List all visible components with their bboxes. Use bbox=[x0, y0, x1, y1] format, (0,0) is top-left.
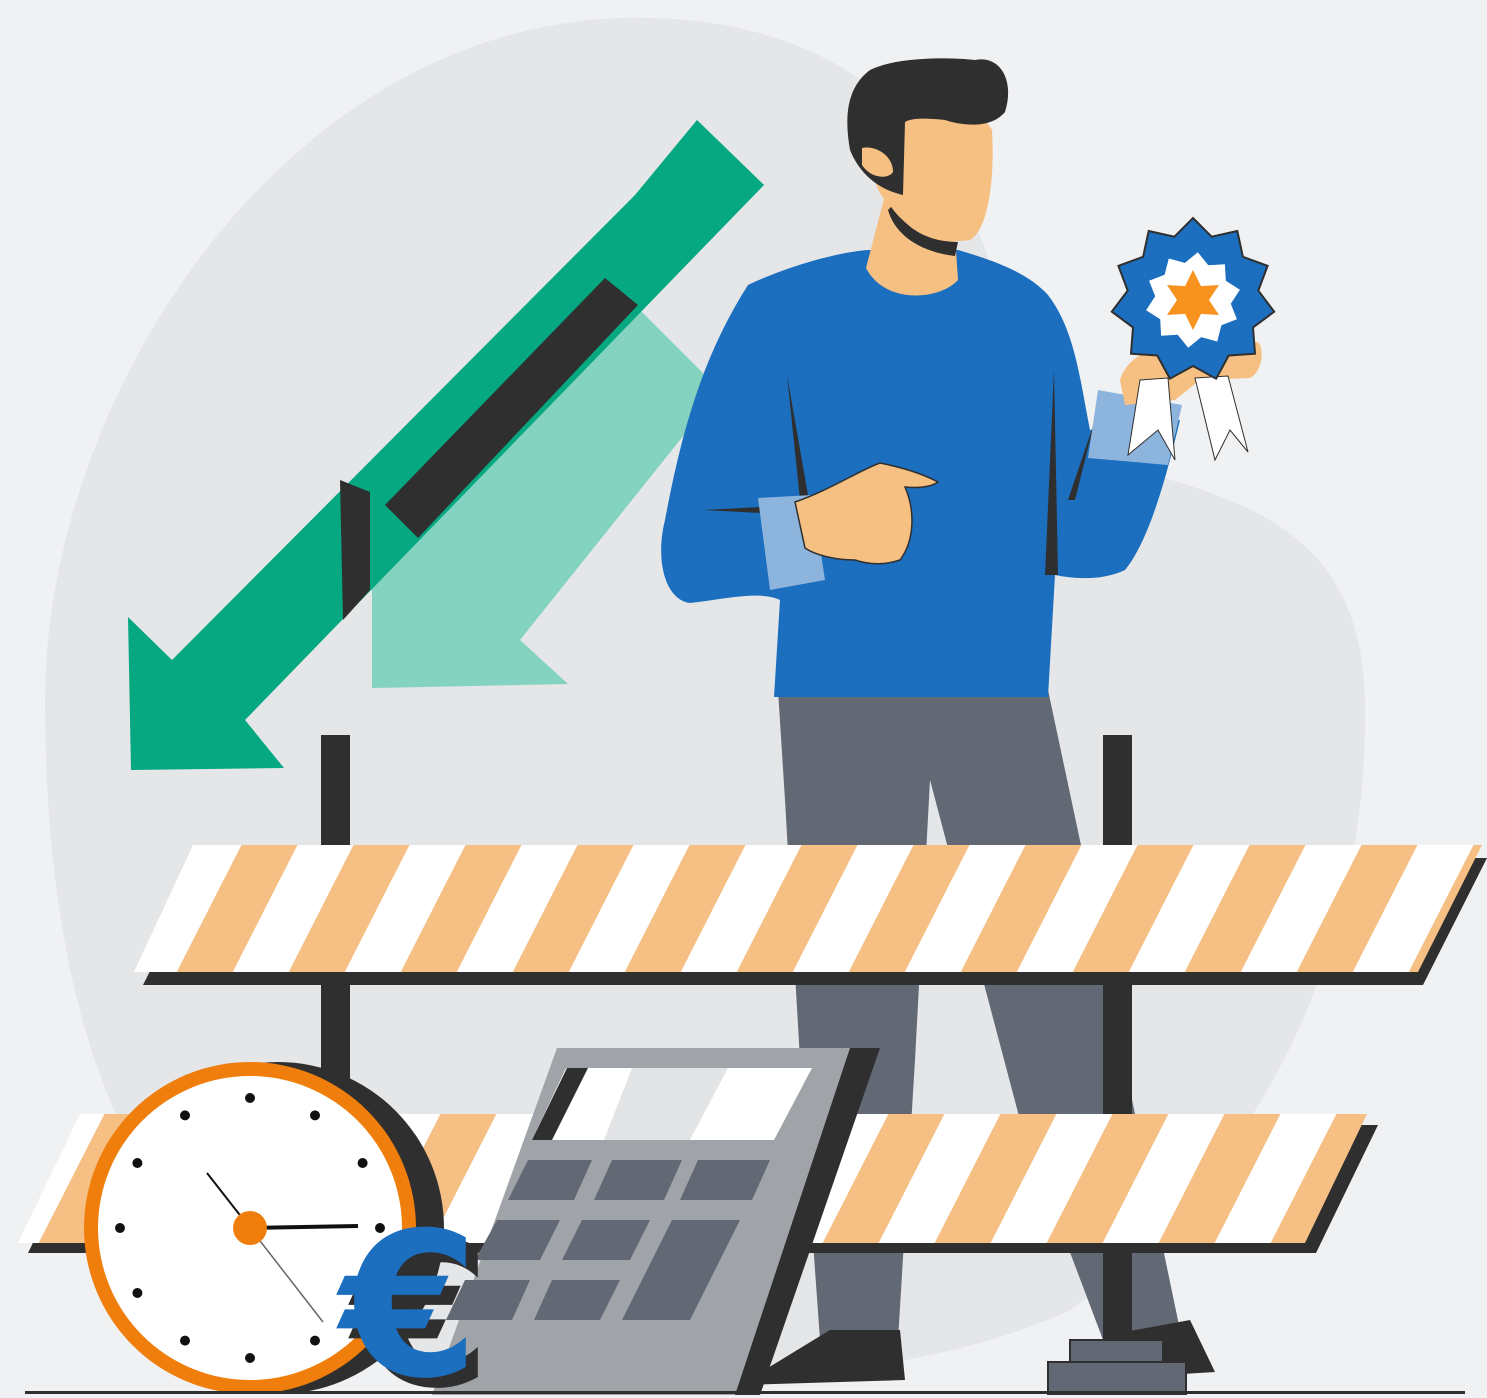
clock-tick bbox=[310, 1110, 320, 1121]
clock-tick bbox=[245, 1093, 255, 1103]
ground-line bbox=[25, 1391, 1465, 1394]
clock-tick bbox=[132, 1288, 143, 1298]
clock-tick bbox=[245, 1353, 255, 1363]
clock-tick bbox=[310, 1335, 320, 1346]
award-rosette-icon bbox=[1110, 216, 1276, 462]
clock-tick bbox=[132, 1158, 143, 1168]
clock-tick bbox=[180, 1110, 190, 1121]
illustration-canvas: € € bbox=[18, 17, 1487, 1398]
euro-symbol: € bbox=[336, 1190, 479, 1398]
clock-tick bbox=[115, 1223, 125, 1233]
barrier-beam-upper bbox=[134, 845, 1487, 985]
clock-tick bbox=[180, 1335, 190, 1346]
euro-icon: € € bbox=[336, 1190, 491, 1398]
clock-tick bbox=[357, 1158, 368, 1168]
